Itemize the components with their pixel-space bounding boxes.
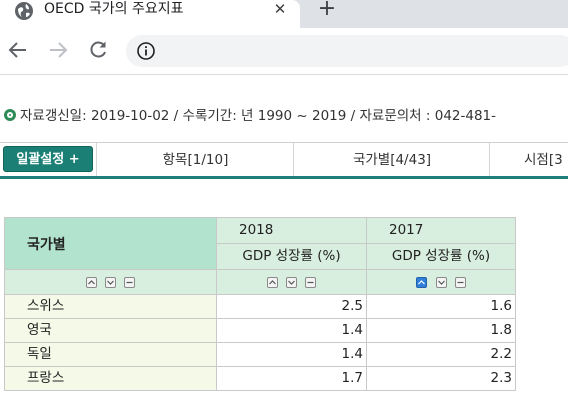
- browser-toolbar: [0, 28, 568, 75]
- address-bar[interactable]: [126, 35, 568, 67]
- column-measure-header: GDP 성장률 (%): [366, 243, 516, 270]
- table-cell: 1.6: [366, 294, 516, 319]
- table-row: 프랑스 1.7 2.3: [4, 366, 516, 391]
- row-header-country: 국가별: [4, 217, 217, 270]
- tab-items[interactable]: 항목[1/10]: [96, 143, 294, 177]
- row-country-name: 스위스: [4, 294, 217, 319]
- globe-icon: [15, 2, 33, 20]
- column-year-header: 2018: [216, 217, 367, 244]
- reload-icon[interactable]: [86, 38, 110, 62]
- table-row: 영국 1.4 1.8: [4, 318, 516, 343]
- data-info-text: 자료갱신일: 2019-10-02 / 수록기간: 년 1990 ~ 2019 …: [20, 108, 497, 124]
- sort-up-icon[interactable]: [85, 276, 97, 288]
- browser-tab-strip: OECD 국가의 주요지표 ✕ +: [0, 0, 568, 28]
- row-country-name: 독일: [4, 342, 217, 367]
- table-row: 스위스 2.5 1.6: [4, 294, 516, 319]
- table-cell: 2.3: [366, 366, 516, 391]
- minus-icon[interactable]: [305, 276, 317, 288]
- settings-tab-bar: 일괄설정 + 항목[1/10] 국가별[4/43] 시점[3: [0, 142, 568, 177]
- sort-down-icon[interactable]: [435, 276, 447, 288]
- sort-down-icon[interactable]: [105, 276, 116, 288]
- minus-icon[interactable]: [124, 276, 136, 288]
- data-info-line: 자료갱신일: 2019-10-02 / 수록기간: 년 1990 ~ 2019 …: [4, 107, 496, 125]
- column-measure-header: GDP 성장률 (%): [216, 243, 367, 270]
- table-cell: 1.4: [216, 342, 367, 367]
- sort-up-icon[interactable]: [266, 276, 278, 288]
- forward-arrow-icon[interactable]: [46, 38, 70, 62]
- column-year-header: 2017: [366, 217, 516, 244]
- table-cell: 1.8: [366, 318, 516, 343]
- tab-period[interactable]: 시점[3: [489, 143, 568, 177]
- table-cell: 1.7: [216, 366, 367, 391]
- new-tab-button[interactable]: +: [316, 0, 338, 20]
- table-cell: 2.2: [366, 342, 516, 367]
- back-arrow-icon[interactable]: [6, 38, 30, 62]
- browser-tab[interactable]: OECD 국가의 주요지표 ✕: [0, 0, 300, 28]
- sort-control-row: [4, 269, 516, 295]
- tab-countries[interactable]: 국가별[4/43]: [293, 143, 490, 177]
- minus-icon[interactable]: [454, 276, 466, 288]
- sort-up-icon[interactable]: [416, 276, 428, 288]
- bulk-settings-button[interactable]: 일괄설정 +: [3, 146, 93, 172]
- row-country-name: 영국: [4, 318, 217, 343]
- row-country-name: 프랑스: [4, 366, 217, 391]
- table-cell: 1.4: [216, 318, 367, 343]
- tab-title: OECD 국가의 주요지표: [44, 1, 184, 17]
- row-header-controls: [4, 269, 217, 295]
- target-bullet-icon: [4, 109, 16, 121]
- close-tab-icon[interactable]: ✕: [272, 0, 288, 18]
- sort-down-icon[interactable]: [286, 276, 297, 288]
- column-controls: [216, 269, 367, 295]
- data-table: 국가별 2018 2017 GDP 성장률 (%) GDP 성장률 (%) 스위…: [4, 217, 516, 391]
- info-icon[interactable]: [136, 41, 156, 61]
- table-cell: 2.5: [216, 294, 367, 319]
- tab-bar-underline: [0, 176, 568, 179]
- column-controls: [366, 269, 516, 295]
- table-row: 독일 1.4 2.2: [4, 342, 516, 367]
